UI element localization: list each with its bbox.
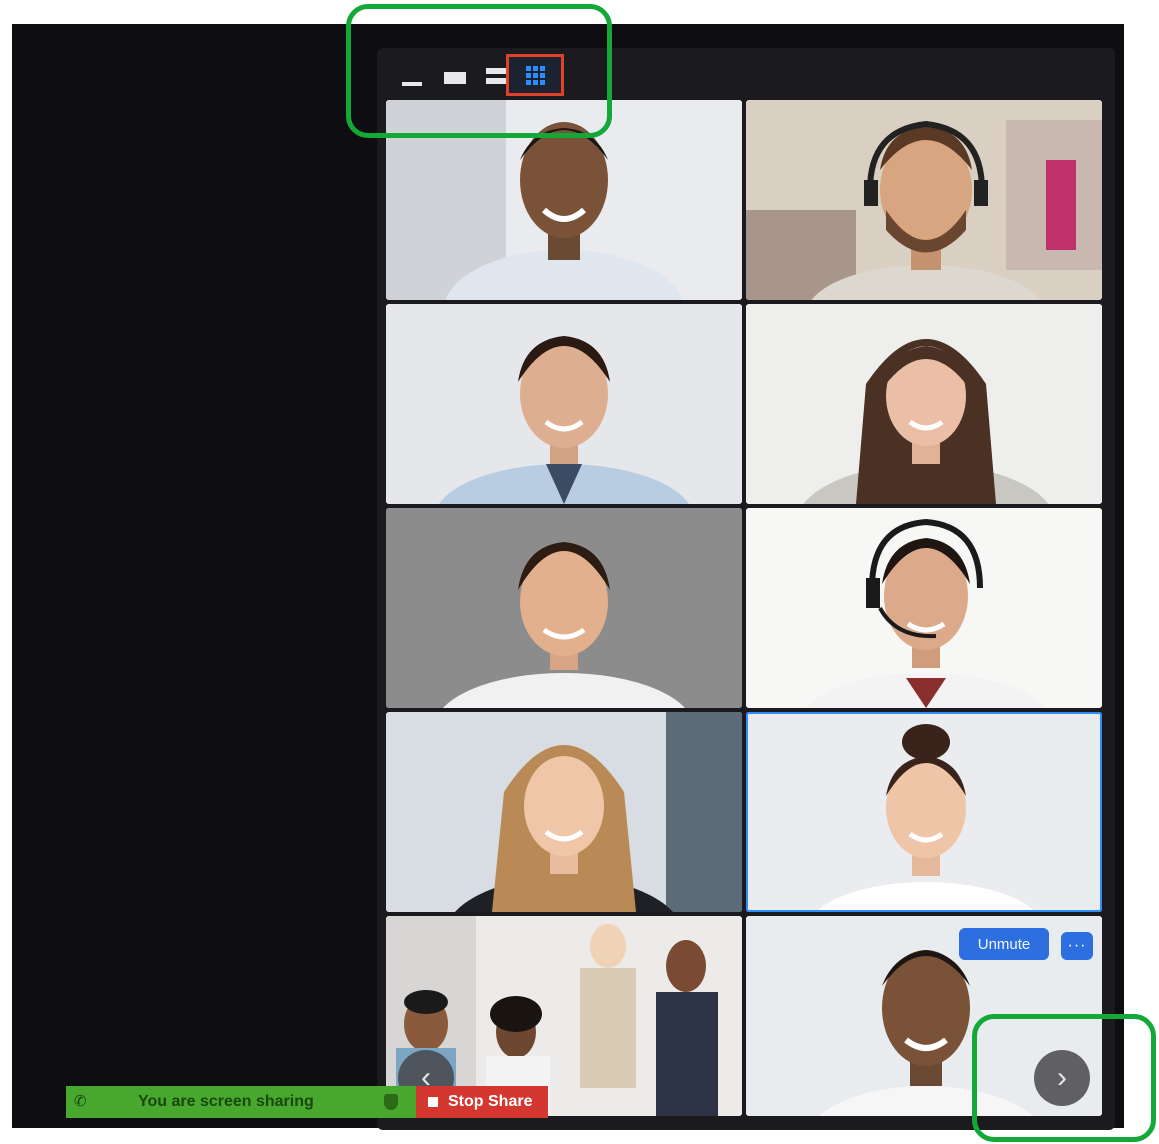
participant-video-4[interactable] <box>746 304 1102 504</box>
annotation-highlight-view-toolbar <box>346 4 612 138</box>
participant-video-3[interactable] <box>386 304 742 504</box>
participant-photo <box>746 100 1102 300</box>
participant-video-5[interactable] <box>386 508 742 708</box>
stop-icon <box>428 1097 438 1107</box>
unmute-button[interactable]: Unmute <box>959 928 1049 960</box>
shield-icon <box>384 1094 398 1110</box>
participant-video-2[interactable] <box>746 100 1102 300</box>
participant-photo <box>746 508 1102 708</box>
participant-video-7[interactable] <box>386 712 742 912</box>
participant-photo <box>386 712 742 912</box>
participant-video-8[interactable] <box>746 712 1102 912</box>
more-options-button[interactable]: ··· <box>1061 932 1093 960</box>
screen-share-bar: ✆ You are screen sharing Stop Share <box>66 1086 548 1118</box>
participant-photo <box>386 508 742 708</box>
annotation-highlight-next-page <box>972 1014 1156 1142</box>
participant-photo <box>746 712 1102 912</box>
participant-photo <box>746 304 1102 504</box>
stop-share-label: Stop Share <box>448 1093 533 1110</box>
participant-video-6[interactable] <box>746 508 1102 708</box>
stop-share-button[interactable]: Stop Share <box>416 1086 548 1118</box>
phone-icon: ✆ <box>74 1093 87 1110</box>
participant-photo <box>386 304 742 504</box>
sharing-status-text: You are screen sharing <box>138 1093 314 1110</box>
sharing-status: ✆ You are screen sharing <box>66 1086 416 1118</box>
